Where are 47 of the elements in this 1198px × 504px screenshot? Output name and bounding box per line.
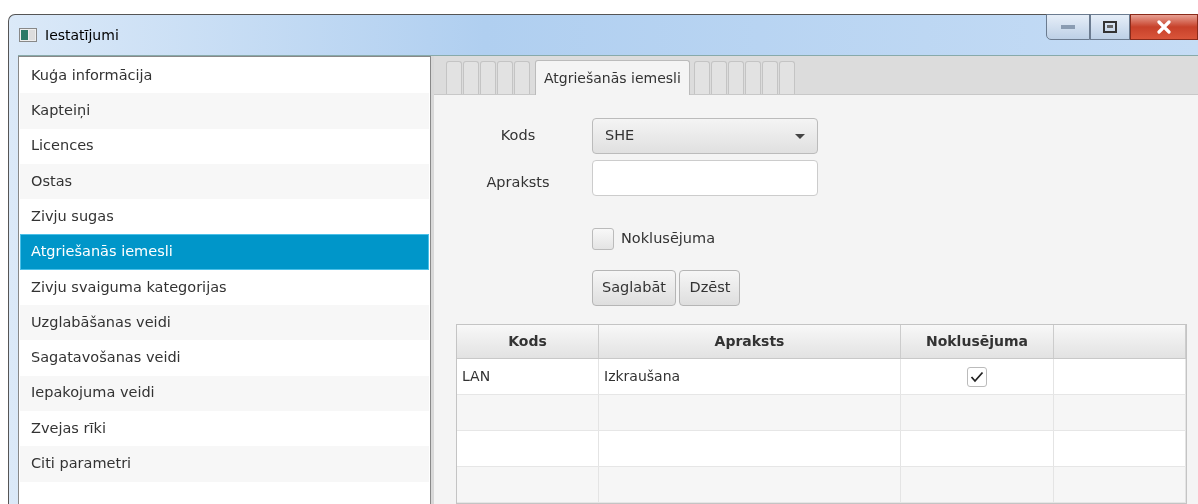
sidebar-item[interactable]: Iepakojuma veidi — [20, 375, 429, 411]
column-header[interactable]: Kods — [457, 325, 599, 358]
description-field[interactable] — [592, 160, 818, 196]
table-cell: LAN — [457, 359, 599, 394]
tab[interactable] — [710, 61, 727, 94]
tab[interactable] — [778, 61, 795, 94]
sidebar-item[interactable]: Zivju sugas — [20, 199, 429, 235]
column-header[interactable]: Apraksts — [599, 325, 901, 358]
window-title: Iestatījumi — [45, 25, 119, 45]
caret-icon — [795, 133, 805, 139]
sidebar-item[interactable]: Kuģa informācija — [20, 58, 429, 94]
table-cell: Izkraušana — [599, 359, 901, 394]
sidebar-item[interactable]: Citi parametri — [20, 446, 429, 482]
tab[interactable] — [761, 61, 778, 94]
tab[interactable] — [727, 61, 744, 94]
checkbox[interactable] — [967, 366, 987, 387]
sidebar-item[interactable]: Zvejas rīki — [20, 410, 429, 447]
close-icon — [1156, 20, 1172, 34]
sidebar-item[interactable]: Kapteiņi — [20, 93, 429, 129]
checkbox-label: Noklusējuma — [621, 229, 716, 249]
maximize-button[interactable] — [1090, 14, 1130, 40]
app-icon — [19, 28, 37, 42]
column-header[interactable]: Noklusējuma — [901, 325, 1054, 358]
field-label: Kods — [499, 126, 537, 146]
tab[interactable] — [693, 61, 710, 94]
close-button[interactable] — [1130, 14, 1198, 40]
code-dropdown[interactable]: SHE — [592, 118, 818, 154]
checkmark-icon — [970, 370, 984, 383]
field-label: Apraksts — [485, 173, 551, 193]
tab[interactable] — [514, 61, 530, 94]
tab[interactable] — [446, 61, 462, 94]
minimize-button[interactable] — [1046, 14, 1090, 40]
delete-button[interactable]: Dzēst — [679, 270, 741, 306]
tab[interactable]: Atgriešanās iemesli — [535, 60, 690, 95]
sidebar-item[interactable]: Ostas — [20, 163, 429, 200]
sidebar-item[interactable]: Sagatavošanas veidi — [20, 340, 429, 376]
sidebar-item[interactable]: Uzglabāšanas veidi — [20, 305, 429, 341]
save-button[interactable]: Saglabāt — [592, 270, 676, 306]
tab[interactable] — [744, 61, 761, 94]
sidebar-item[interactable]: Zivju svaiguma kategorijas — [20, 269, 429, 306]
tab[interactable] — [497, 61, 513, 94]
tab[interactable] — [463, 61, 479, 94]
checkbox[interactable] — [592, 228, 614, 250]
minimize-icon — [1061, 24, 1075, 30]
sidebar-item[interactable]: Licences — [20, 128, 429, 164]
tab[interactable] — [480, 61, 496, 94]
maximize-icon — [1103, 21, 1117, 33]
